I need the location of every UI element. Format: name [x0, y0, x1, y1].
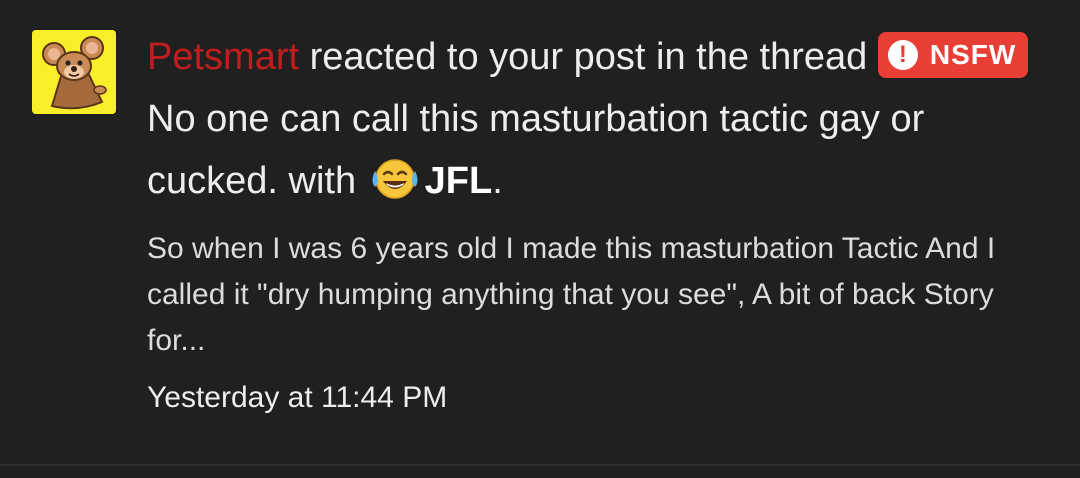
timestamp: Yesterday at 11:44 PM [147, 381, 448, 414]
post-snippet: So when I was 6 years old I made this ma… [147, 232, 996, 357]
mouse-avatar-image [32, 30, 116, 114]
badge-label: NSFW [929, 38, 1017, 70]
thread-title-link[interactable]: No one can call this masturbation tactic… [147, 98, 924, 202]
exclamation-icon: ! [887, 39, 918, 70]
notification-headline: Petsmart reacted to your post in the thr… [147, 26, 1047, 212]
nsfw-prefix-badge[interactable]: ! NSFW [877, 31, 1029, 78]
period: . [492, 160, 503, 202]
notification-content: Petsmart reacted to your post in the thr… [147, 26, 1047, 418]
laughing-crying-emoji-icon [369, 157, 421, 201]
notification-item[interactable]: Petsmart reacted to your post in the thr… [0, 0, 1080, 478]
action-text: reacted to your post in the thread [299, 36, 878, 78]
avatar[interactable] [32, 30, 116, 114]
with-text: with [277, 160, 367, 202]
reaction-label: JFL [424, 160, 493, 202]
divider [0, 464, 1080, 466]
username-link[interactable]: Petsmart [147, 36, 299, 78]
